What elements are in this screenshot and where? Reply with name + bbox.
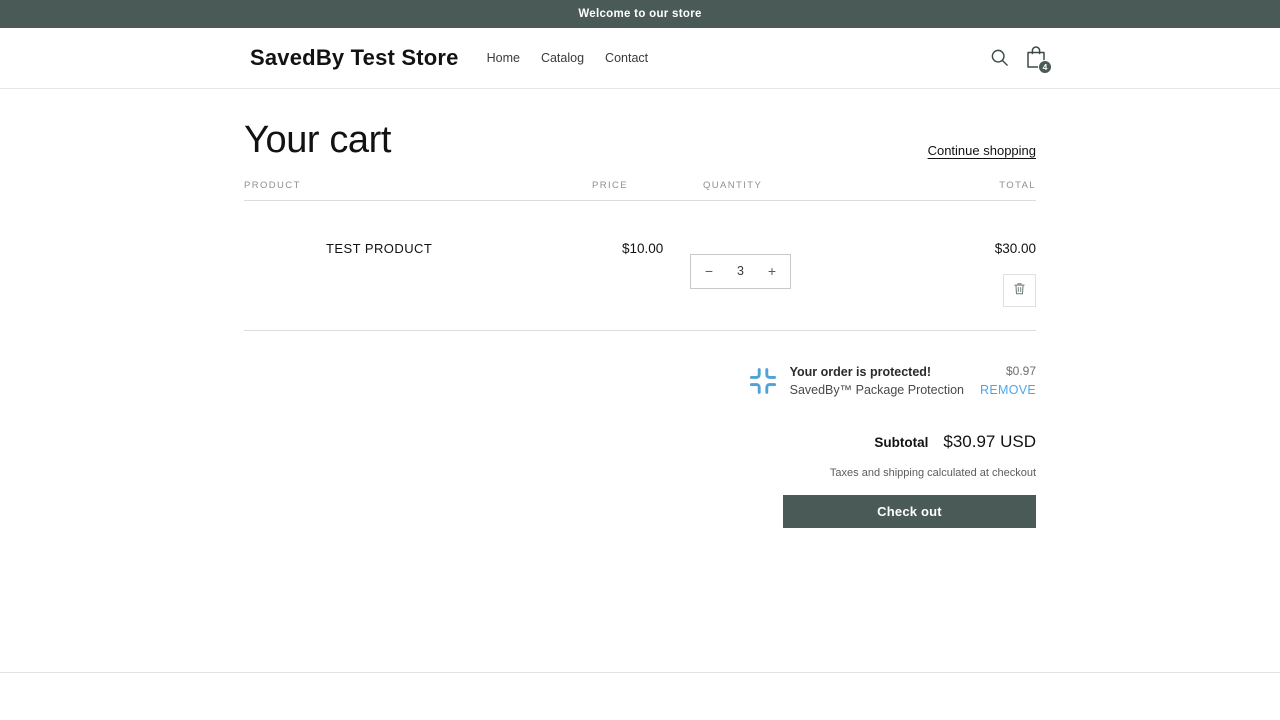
column-header-price: PRICE [592, 179, 629, 191]
header-actions: 4 [990, 28, 1052, 89]
protection-subtitle: SavedBy™ Package Protection [789, 382, 965, 397]
main-navigation: Home Catalog Contact [487, 51, 649, 65]
quantity-stepper: − 3 + [690, 253, 791, 289]
checkout-button[interactable]: Check out [783, 495, 1036, 529]
subtotal-value: $30.97 USD [943, 432, 1036, 452]
cart-totals-section: Your order is protected! SavedBy™ Packag… [244, 331, 1036, 529]
store-logo[interactable]: SavedBy Test Store [250, 45, 459, 71]
column-header-product: PRODUCT [244, 179, 301, 191]
cart-count-badge: 4 [1038, 60, 1052, 74]
package-protection-actions: $0.97 REMOVE [980, 363, 1036, 399]
column-header-quantity: QUANTITY [703, 179, 763, 191]
protection-price: $0.97 [1005, 364, 1036, 379]
search-icon [990, 48, 1009, 70]
column-header-total: TOTAL [999, 179, 1036, 191]
cart-item-product-cell: TEST PRODUCT [244, 240, 580, 309]
table-row: TEST PRODUCT $10.00 − 3 + $30.00 [244, 201, 1036, 309]
cart-button[interactable]: 4 [1025, 45, 1052, 74]
continue-shopping-link[interactable]: Continue shopping [928, 143, 1036, 162]
nav-item-contact[interactable]: Contact [605, 51, 648, 65]
announcement-bar: Welcome to our store [0, 0, 1280, 28]
page-title: Your cart [244, 119, 392, 161]
cart-table: PRODUCT PRICE QUANTITY TOTAL TEST PRODUC… [244, 180, 1036, 331]
site-header: SavedBy Test Store Home Catalog Contact … [0, 28, 1280, 89]
protection-headline: Your order is protected! [789, 364, 932, 379]
cart-page: Your cart Continue shopping PRODUCT PRIC… [244, 89, 1036, 529]
remove-item-button[interactable] [1003, 273, 1036, 307]
quantity-decrease-button[interactable]: − [701, 264, 717, 278]
cart-table-header: PRODUCT PRICE QUANTITY TOTAL [244, 180, 1036, 201]
tax-shipping-note: Taxes and shipping calculated at checkou… [829, 467, 1036, 480]
package-protection-text: Your order is protected! SavedBy™ Packag… [790, 363, 964, 399]
search-button[interactable] [990, 48, 1009, 70]
cart-item-price: $10.00 [622, 240, 664, 256]
cart-item-quantity-cell: − 3 + [690, 240, 845, 309]
cart-item-title[interactable]: TEST PRODUCT [326, 240, 432, 258]
savedby-logo-icon [748, 366, 778, 396]
protection-remove-link[interactable]: REMOVE [980, 381, 1036, 399]
subtotal-label: Subtotal [874, 435, 929, 451]
package-protection-row: Your order is protected! SavedBy™ Packag… [749, 363, 1036, 399]
trash-icon [1013, 282, 1026, 299]
nav-item-catalog[interactable]: Catalog [541, 51, 584, 65]
cart-totals: Your order is protected! SavedBy™ Packag… [749, 363, 1036, 529]
footer-divider [0, 672, 1280, 673]
quantity-value[interactable]: 3 [737, 264, 744, 278]
quantity-increase-button[interactable]: + [764, 264, 780, 278]
cart-header: Your cart Continue shopping [244, 119, 1036, 180]
nav-item-home[interactable]: Home [487, 51, 520, 65]
cart-item-total-cell: $30.00 [845, 240, 1036, 309]
cart-item-total: $30.00 [994, 240, 1036, 256]
subtotal-row: Subtotal $30.97 USD [756, 432, 1036, 452]
announcement-text: Welcome to our store [578, 8, 702, 20]
